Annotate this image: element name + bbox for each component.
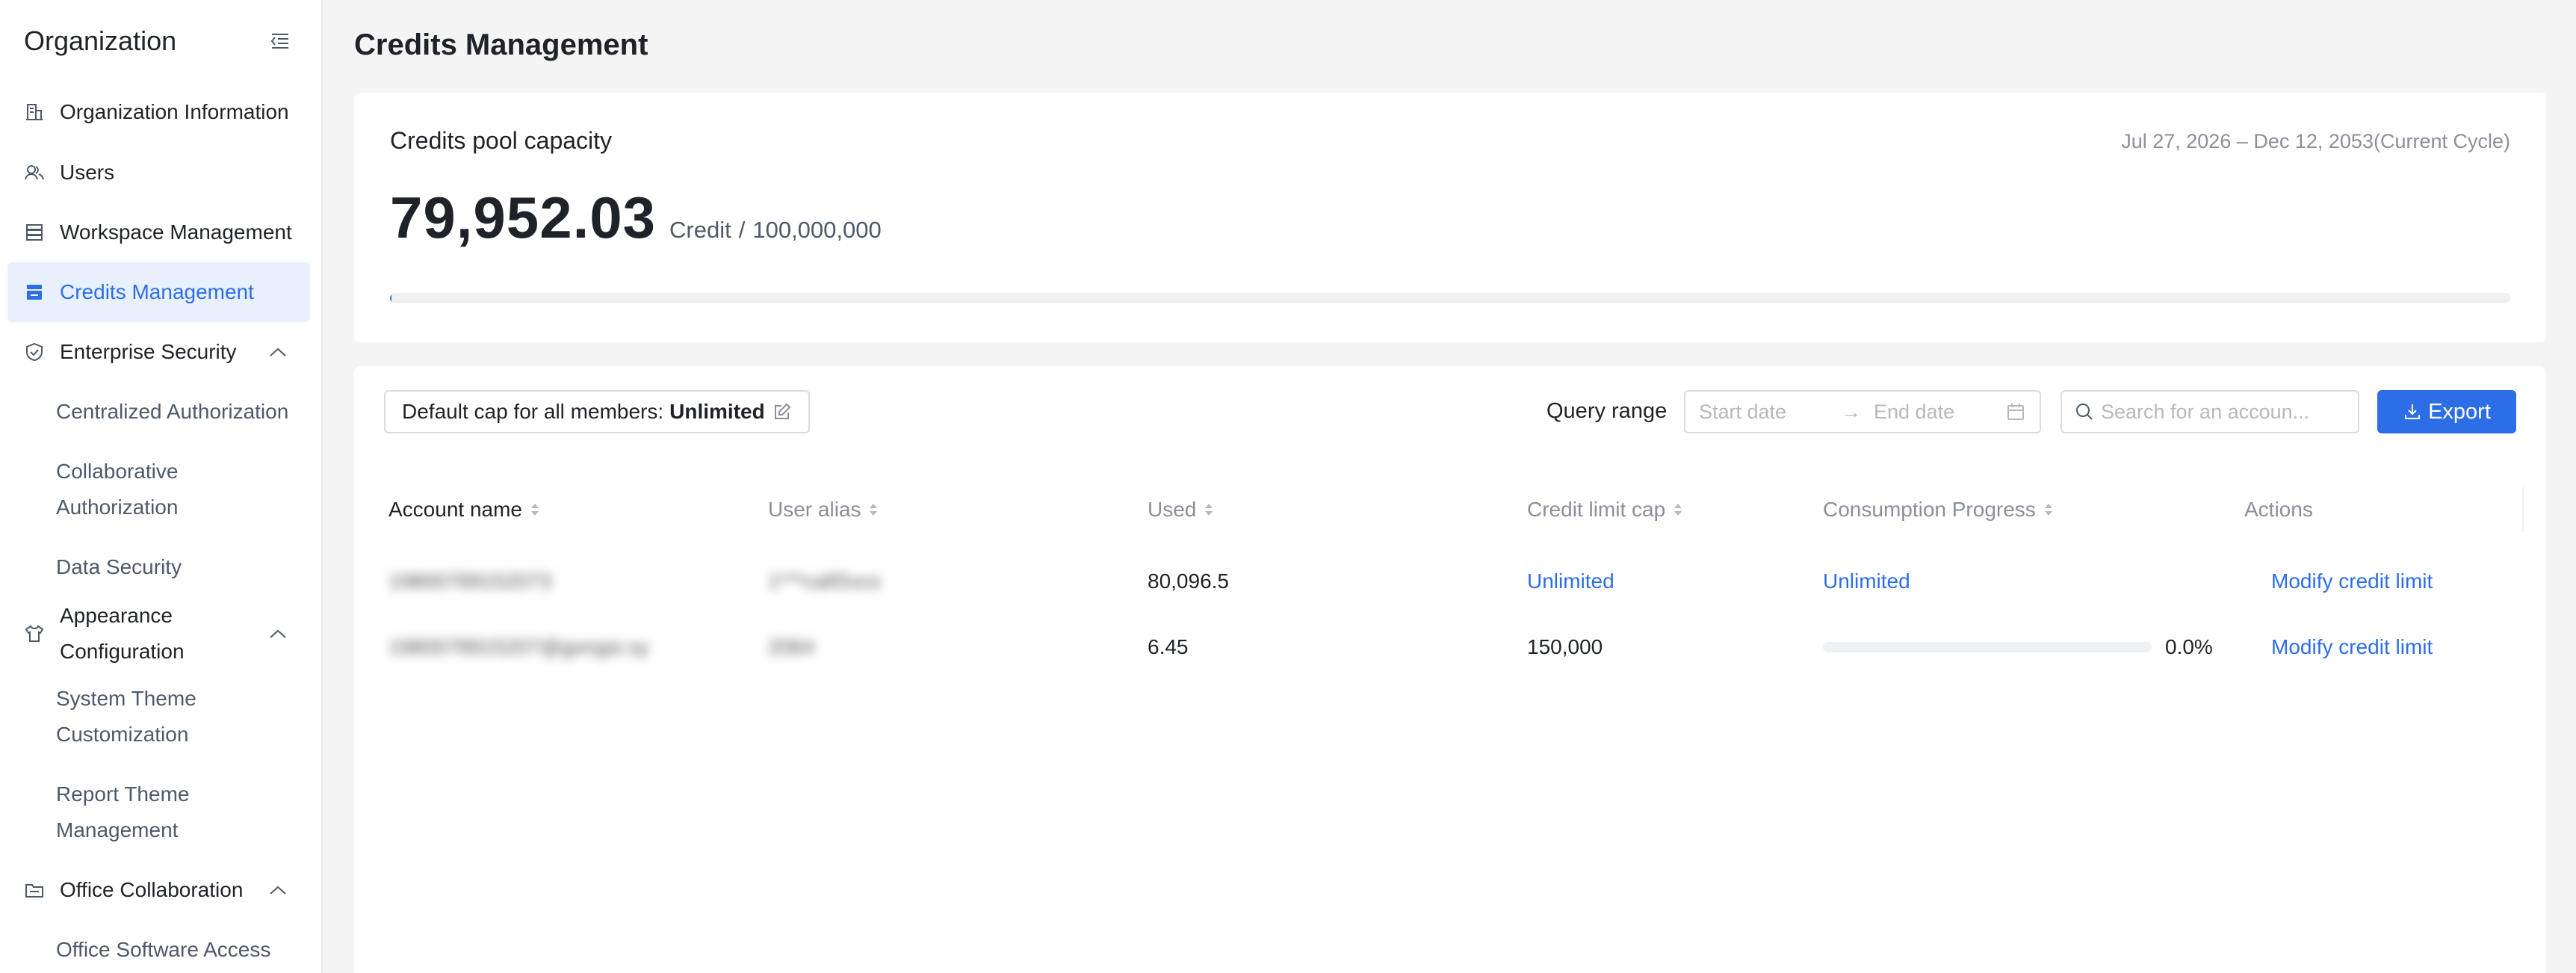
end-date-field[interactable]: End date <box>1874 401 2005 424</box>
sidebar-item-credits-management[interactable]: Credits Management <box>7 262 310 322</box>
account-search[interactable] <box>2061 390 2359 433</box>
pool-title: Credits pool capacity <box>390 127 613 154</box>
chevron-up-icon[interactable] <box>268 628 288 640</box>
sort-icon[interactable] <box>530 499 540 520</box>
sort-icon[interactable] <box>868 499 879 520</box>
column-header-label: Used <box>1148 498 1197 521</box>
credits-pool-card: Credits pool capacity Jul 27, 2026 – Dec… <box>354 93 2546 342</box>
pool-amount: 79,952.03 <box>390 185 657 250</box>
sidebar-subitem-data-security[interactable]: Data Security <box>56 549 310 585</box>
sidebar-subitem-collaborative-authorization[interactable]: Collaborative Authorization <box>56 454 250 525</box>
pool-cycle: Jul 27, 2026 – Dec 12, 2053(Current Cycl… <box>2121 130 2510 152</box>
pool-progress-bar <box>390 293 2510 303</box>
table-header: Account name User alias Used Credit limi… <box>377 478 2524 541</box>
range-arrow: → <box>1841 400 1861 423</box>
modify-credit-limit-link[interactable]: Modify credit limit <box>2271 614 2433 680</box>
sidebar-title: Organization <box>24 25 177 56</box>
sort-icon[interactable] <box>1673 499 1683 520</box>
modify-credit-limit-link[interactable]: Modify credit limit <box>2271 549 2433 614</box>
column-header-label: Credit limit cap <box>1527 498 1666 521</box>
office-icon <box>25 884 43 898</box>
consumption-progress-percent: 0.0% <box>2165 635 2213 658</box>
column-header-label: User alias <box>768 498 861 521</box>
user-alias-cell: 1***callSvcs <box>768 569 881 593</box>
sidebar-item-enterprise-security[interactable]: Enterprise Security <box>7 322 310 382</box>
sidebar-item-label: Appearance Configuration <box>60 604 185 663</box>
sidebar-item-workspace-management[interactable]: Workspace Management <box>7 203 310 262</box>
export-button[interactable]: Export <box>2377 390 2516 433</box>
collapse-sidebar-icon[interactable] <box>269 30 291 52</box>
column-header-user-alias[interactable]: User alias <box>768 478 879 541</box>
building-icon <box>26 104 43 120</box>
sidebar-item-label: Enterprise Security <box>60 340 237 363</box>
search-icon <box>2076 404 2093 420</box>
pool-amount-row: 79,952.03 Credit / 100,000,000 <box>390 184 882 252</box>
sidebar-subitem-system-theme-customization[interactable]: System Theme Customization <box>56 681 243 753</box>
consumption-progress-cell: 0.0% <box>1823 614 2213 680</box>
chevron-up-icon[interactable] <box>268 346 288 358</box>
column-divider <box>2522 487 2524 532</box>
column-header-used[interactable]: Used <box>1148 478 1214 541</box>
calendar-icon <box>2007 404 2024 420</box>
used-cell: 6.45 <box>1148 635 1189 658</box>
pool-unit: Credit <box>669 217 731 243</box>
start-date-field[interactable]: Start date <box>1699 401 1841 424</box>
sidebar-subitem-office-software-access[interactable]: Office Software Access <box>56 932 310 968</box>
table-row: 1980078915207@gongsi.sy 2064 6.45 150,00… <box>377 614 2524 680</box>
sidebar-subitem-centralized-authorization[interactable]: Centralized Authorization <box>56 394 310 430</box>
column-header-credit-limit-cap[interactable]: Credit limit cap <box>1527 478 1683 541</box>
shield-icon <box>26 342 43 362</box>
user-alias-cell: 2064 <box>768 635 815 658</box>
sidebar-item-label: Office Collaboration <box>60 878 244 901</box>
sidebar-item-organization-information[interactable]: Organization Information <box>7 82 310 142</box>
sidebar-subitem-report-theme-management[interactable]: Report Theme Management <box>56 776 243 848</box>
page-title: Credits Management <box>354 28 648 61</box>
column-header-account-name[interactable]: Account name <box>388 478 540 541</box>
users-icon <box>25 165 44 180</box>
edit-icon <box>774 403 791 419</box>
pool-progress-fill <box>390 293 392 303</box>
column-header-label: Actions <box>2244 498 2313 521</box>
default-cap-button[interactable]: Default cap for all members: Unlimited <box>384 390 810 433</box>
consumption-progress-bar <box>1823 642 2152 652</box>
search-input[interactable] <box>2101 400 2346 424</box>
chevron-up-icon[interactable] <box>268 884 288 896</box>
table-row: 19800789152073 1***callSvcs 80,096.5 Unl… <box>377 549 2524 614</box>
download-icon <box>2405 404 2421 419</box>
consumption-progress-link[interactable]: Unlimited <box>1823 549 1910 614</box>
sidebar-item-users[interactable]: Users <box>7 143 310 203</box>
sidebar-header: Organization <box>24 22 291 60</box>
export-label: Export <box>2428 399 2491 424</box>
date-range-picker[interactable]: Start date → End date <box>1684 390 2041 433</box>
pool-separator: / <box>738 217 746 243</box>
credit-cap-link[interactable]: Unlimited <box>1527 549 1614 614</box>
used-cell: 80,096.5 <box>1148 569 1229 593</box>
query-range-label: Query range <box>1546 399 1668 423</box>
sidebar: Organization Organization Information Us… <box>0 0 323 973</box>
credit-cap-cell: 150,000 <box>1527 635 1603 658</box>
account-name-cell: 19800789152073 <box>388 569 552 593</box>
sidebar-item-label: Organization Information <box>60 100 289 123</box>
sidebar-item-label: Workspace Management <box>60 220 292 244</box>
account-name-cell: 1980078915207@gongsi.sy <box>388 635 650 658</box>
sort-icon[interactable] <box>1204 499 1214 520</box>
sidebar-item-label: Credits Management <box>60 280 254 303</box>
column-header-label: Account name <box>388 498 522 521</box>
sort-icon[interactable] <box>2043 499 2054 520</box>
column-header-label: Consumption Progress <box>1823 498 2036 521</box>
default-cap-value: Unlimited <box>669 400 765 423</box>
default-cap-label: Default cap for all members: <box>402 400 664 423</box>
sidebar-item-appearance-configuration[interactable]: Appearance Configuration <box>7 598 310 670</box>
credits-icon <box>27 285 42 300</box>
column-header-actions: Actions <box>2244 478 2313 541</box>
sidebar-item-label: Users <box>60 161 115 184</box>
credits-table-card: Default cap for all members: Unlimited Q… <box>354 366 2546 973</box>
workspace-icon <box>26 224 43 241</box>
sidebar-item-office-collaboration[interactable]: Office Collaboration <box>7 860 310 920</box>
pool-total: 100,000,000 <box>752 217 882 243</box>
column-header-consumption-progress[interactable]: Consumption Progress <box>1823 478 2054 541</box>
shirt-icon <box>25 625 44 642</box>
